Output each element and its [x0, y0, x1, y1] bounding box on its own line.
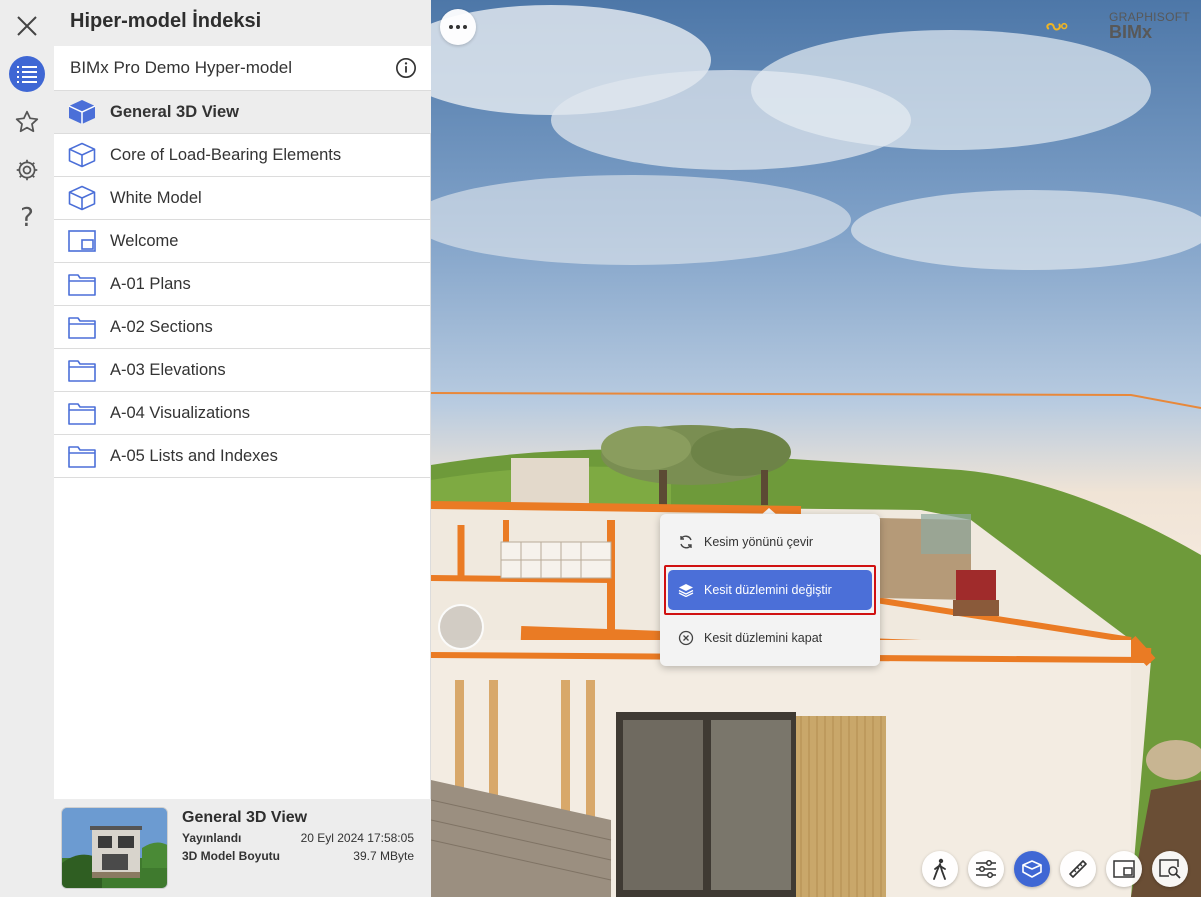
info-icon[interactable]	[395, 57, 417, 79]
gear-icon	[16, 159, 38, 181]
more-icon	[449, 25, 467, 29]
measure-button[interactable]	[1060, 851, 1096, 887]
left-rail: ?	[0, 0, 54, 897]
layout-icon	[1113, 860, 1135, 878]
model-name-row[interactable]: BIMx Pro Demo Hyper-model	[54, 46, 431, 91]
layouts-button[interactable]	[1106, 851, 1142, 887]
view-info-footer: General 3D View Yayınlandı 20 Eyl 2024 1…	[54, 799, 431, 897]
folder-icon	[68, 403, 96, 425]
zoom-view-button[interactable]	[1152, 851, 1188, 887]
folder-icon	[68, 446, 96, 468]
graphisoft-logo-icon	[1046, 22, 1068, 31]
list-item[interactable]: A-04 Visualizations	[54, 392, 431, 435]
settings-button[interactable]	[0, 150, 54, 190]
close-section-plane-item[interactable]: Kesit düzlemini kapat	[668, 618, 872, 658]
help-icon: ?	[20, 203, 34, 233]
favorites-button[interactable]	[0, 102, 54, 142]
list-item[interactable]: Welcome	[54, 220, 431, 263]
cube-outline-icon	[68, 185, 96, 211]
folder-icon	[68, 274, 96, 296]
layout-icon	[68, 230, 96, 252]
close-button[interactable]	[0, 6, 54, 46]
cube-outline-icon	[68, 142, 96, 168]
list-item[interactable]: White Model	[54, 177, 431, 220]
published-row: Yayınlandı 20 Eyl 2024 17:58:05	[182, 831, 414, 845]
folder-icon	[68, 317, 96, 339]
model-size-row: 3D Model Boyutu 39.7 MByte	[182, 849, 414, 863]
close-circle-icon	[678, 630, 694, 646]
index-button[interactable]	[0, 54, 54, 94]
list-item[interactable]: A-03 Elevations	[54, 349, 431, 392]
view-thumbnail	[61, 807, 168, 889]
view-settings-button[interactable]	[968, 851, 1004, 887]
list-item[interactable]: General 3D View	[54, 91, 431, 134]
more-options-button[interactable]	[440, 9, 476, 45]
cube-icon	[68, 100, 96, 124]
walk-icon	[933, 858, 946, 880]
rotate-icon	[680, 535, 692, 549]
zoom-view-icon	[1159, 859, 1181, 879]
hypermodel-index-panel: Hiper-model İndeksi BIMx Pro Demo Hyper-…	[54, 0, 431, 897]
folder-icon	[68, 360, 96, 382]
list-item[interactable]: A-01 Plans	[54, 263, 431, 306]
ruler-icon	[1069, 860, 1087, 878]
star-icon	[15, 110, 39, 133]
view-title: General 3D View	[182, 809, 308, 826]
index-list: General 3D View Core of Load-Bearing Ele…	[54, 91, 431, 478]
sliders-icon	[976, 860, 996, 878]
section-box-button[interactable]	[1014, 851, 1050, 887]
navigation-joystick[interactable]	[438, 604, 484, 650]
section-plane-icon	[678, 584, 694, 597]
model-3d-viewport[interactable]	[431, 0, 1201, 897]
help-button[interactable]: ?	[0, 198, 54, 238]
flip-cut-direction-item[interactable]: Kesim yönünü çevir	[668, 522, 872, 562]
model-name: BIMx Pro Demo Hyper-model	[70, 58, 293, 77]
list-item[interactable]: A-02 Sections	[54, 306, 431, 349]
walk-mode-button[interactable]	[922, 851, 958, 887]
list-item[interactable]: Core of Load-Bearing Elements	[54, 134, 431, 177]
scene-render	[431, 0, 1201, 897]
list-icon	[17, 66, 37, 83]
close-icon	[17, 16, 37, 36]
list-item[interactable]: A-05 Lists and Indexes	[54, 435, 431, 478]
logo-product-line: BIMx	[1109, 22, 1153, 42]
section-plane-menu: Kesim yönünü çevir Kesit düzlemini değiş…	[660, 514, 880, 666]
section-box-icon	[1022, 860, 1042, 878]
page-title: Hiper-model İndeksi	[70, 10, 262, 32]
change-section-plane-item[interactable]: Kesit düzlemini değiştir	[668, 570, 872, 610]
